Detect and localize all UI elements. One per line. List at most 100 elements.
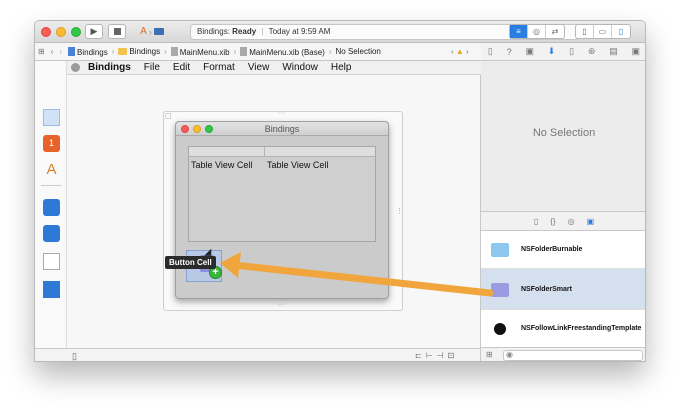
window-controls — [181, 125, 213, 133]
folder-icon — [118, 48, 128, 55]
canvas-bottom-bar: ▯ ⊏⊢⊣⊡ — [35, 348, 481, 361]
bindings-window-title: Bindings — [264, 124, 300, 134]
apple-menu-icon[interactable] — [71, 63, 80, 72]
library-list: NSFolderBurnable NSFolderSmart NSFollowL… — [481, 231, 645, 348]
library-tabs: ▯ {} ◎ ▣ — [481, 211, 645, 231]
project-icon — [68, 46, 76, 56]
breadcrumb-selection[interactable]: No Selection — [333, 47, 384, 56]
table-view[interactable]: Table View Cell Table View Cell — [188, 146, 376, 242]
forward-button[interactable]: › — [56, 47, 65, 56]
align-icon[interactable]: ⊏ — [415, 351, 426, 360]
status-time: Today at 9:59 AM — [268, 27, 331, 36]
menu-file[interactable]: File — [144, 62, 160, 73]
dock-divider — [41, 185, 62, 186]
resize-handle-icon[interactable]: ··· — [278, 301, 285, 308]
navigator-toggle-icon[interactable]: ▯ — [576, 25, 594, 38]
inspector-pane: No Selection — [481, 61, 645, 211]
status-separator: | — [261, 27, 264, 36]
effects-inspector-icon[interactable]: ▣ — [632, 46, 641, 57]
resolve-icon[interactable]: ⊣ — [437, 351, 448, 360]
library-bottom-bar: ⊞ ◉ — [481, 347, 645, 361]
breadcrumb-base[interactable]: MainMenu.xib (Base) — [237, 46, 328, 57]
media-library-icon[interactable]: ▣ — [587, 217, 595, 226]
identity-inspector-icon[interactable]: ▣ — [525, 46, 534, 57]
close-button[interactable] — [41, 27, 51, 37]
first-responder-icon[interactable]: 1 — [43, 135, 60, 152]
run-button[interactable]: ▶ — [85, 24, 103, 39]
file-template-library-icon[interactable]: ▯ — [534, 217, 538, 226]
version-editor-icon[interactable]: ⇄ — [546, 25, 564, 38]
menu-format[interactable]: Format — [203, 62, 235, 73]
minimize-button[interactable] — [56, 27, 66, 37]
table-view-cell[interactable]: Table View Cell — [267, 160, 328, 170]
no-selection-label: No Selection — [532, 127, 596, 139]
standard-editor-icon[interactable]: ≡ — [510, 25, 528, 38]
connections-inspector-icon[interactable]: ⊛ — [588, 46, 596, 57]
menu-edit[interactable]: Edit — [173, 62, 190, 73]
folder-smart-icon — [491, 283, 509, 297]
list-item-label: NSFolderSmart — [521, 285, 572, 293]
breadcrumb-project[interactable]: Bindings — [65, 46, 111, 57]
attributes-inspector-icon[interactable]: ⬇ — [548, 46, 556, 57]
list-item-label: NSFollowLinkFreestandingTemplate — [521, 324, 642, 332]
filter-icon: ◉ — [506, 350, 513, 359]
toolbar: ▶ A › Bindings: Ready | Today at 9:59 AM… — [35, 21, 645, 43]
editor-mode-segment[interactable]: ≡ ◎ ⇄ — [509, 24, 565, 39]
main-menu-bar: Bindings File Edit Format View Window He… — [67, 61, 481, 75]
zoom-button[interactable] — [205, 125, 213, 133]
grid-view-icon[interactable]: ⊞ — [486, 350, 493, 359]
list-item[interactable]: NSFolderSmart — [481, 269, 645, 310]
close-button[interactable] — [181, 125, 189, 133]
back-button[interactable]: ‹ — [48, 47, 57, 56]
main-menu-icon[interactable] — [43, 253, 60, 270]
status-state: Ready — [232, 27, 257, 36]
minimize-button[interactable] — [193, 125, 201, 133]
window-icon[interactable] — [43, 281, 60, 298]
view-toggle-segment[interactable]: ▯ ▭ ▯ — [575, 24, 631, 39]
library-filter-field[interactable]: ◉ — [503, 350, 643, 361]
stop-button[interactable] — [108, 24, 126, 39]
bindings-inspector-icon[interactable]: ▤ — [609, 46, 618, 57]
quick-help-icon[interactable]: ? — [507, 47, 512, 57]
list-item[interactable]: NSFolderBurnable — [481, 231, 645, 269]
pin-icon[interactable]: ⊢ — [426, 351, 437, 360]
code-snippet-library-icon[interactable]: {} — [550, 217, 555, 226]
zoom-button[interactable] — [71, 27, 81, 37]
scheme-selector[interactable]: A › — [134, 24, 170, 39]
app-scheme-icon: A — [140, 26, 147, 37]
menu-help[interactable]: Help — [331, 62, 352, 73]
interface-builder-canvas[interactable]: 1 A Bindings File Edit Format View Windo… — [35, 61, 481, 348]
breadcrumb-group[interactable]: Bindings — [115, 47, 163, 56]
object-cube-icon[interactable] — [43, 199, 60, 216]
breadcrumb-file[interactable]: MainMenu.xib — [168, 46, 233, 57]
menu-app-name[interactable]: Bindings — [88, 62, 131, 73]
table-header — [189, 147, 375, 157]
layout-tools[interactable]: ⊏⊢⊣⊡ — [415, 351, 458, 360]
utilities-toggle-icon[interactable]: ▯ — [612, 25, 630, 38]
show-outline-icon[interactable]: ▯ — [72, 351, 77, 361]
size-inspector-icon[interactable]: ▯ — [569, 46, 574, 57]
files-owner-icon[interactable] — [43, 109, 60, 126]
application-icon[interactable]: A — [43, 161, 60, 178]
assistant-editor-icon[interactable]: ◎ — [528, 25, 546, 38]
resize-icon[interactable]: ⊡ — [448, 351, 459, 360]
issue-navigation[interactable]: ‹ ▲ › — [451, 47, 469, 56]
bindings-window[interactable]: Bindings Table View Cell Table View Cell… — [175, 121, 389, 299]
file-inspector-icon[interactable]: ▯ — [488, 46, 493, 57]
object-cube-icon[interactable] — [43, 225, 60, 242]
resize-handle-icon[interactable]: ⋮ — [396, 207, 403, 215]
warning-icon: ▲ — [455, 47, 464, 56]
menu-view[interactable]: View — [248, 62, 270, 73]
document-outline-dock: 1 A — [35, 61, 67, 348]
object-library-icon[interactable]: ◎ — [568, 217, 575, 226]
breadcrumb-base-label: MainMenu.xib (Base) — [249, 47, 325, 57]
menu-window[interactable]: Window — [282, 62, 318, 73]
follow-link-icon — [494, 323, 506, 335]
jump-bar: ⊞ ‹ › Bindings › Bindings › MainMenu.xib… — [35, 43, 481, 61]
debug-area-toggle-icon[interactable]: ▭ — [594, 25, 612, 38]
table-view-cell[interactable]: Table View Cell — [191, 160, 252, 170]
list-item[interactable]: NSFollowLinkFreestandingTemplate — [481, 310, 645, 348]
resize-handle-icon[interactable]: ··· — [278, 110, 285, 117]
related-items-icon[interactable]: ⊞ — [35, 47, 48, 56]
xib-file-icon — [170, 46, 178, 56]
